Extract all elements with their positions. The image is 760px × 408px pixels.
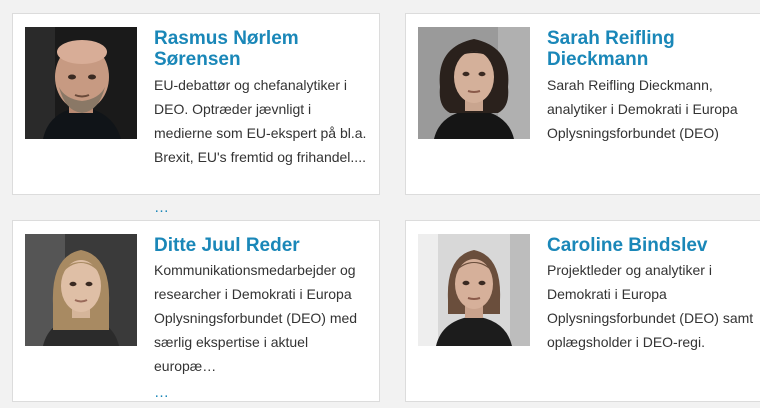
read-more-link[interactable]: … [154,385,170,401]
person-bio: Sarah Reifling Dieckmann, analytiker i D… [547,77,738,141]
person-photo [418,27,530,139]
person-name[interactable]: Caroline Bindslev [547,235,757,256]
person-bio: Kommunikationsmedarbejder og researcher … [154,262,358,374]
person-bio: Projektleder og analytiker i Demokrati i… [547,262,754,350]
person-photo [418,234,530,346]
person-card[interactable]: Ditte Juul Reder Kommunikationsmedarbejd… [12,220,380,402]
read-more-link[interactable]: … [154,200,170,216]
person-card[interactable]: Sarah Reifling Dieckmann Sarah Reifling … [405,13,760,195]
person-photo [25,27,137,139]
person-card[interactable]: Caroline Bindslev Projektleder og analyt… [405,220,760,402]
person-name[interactable]: Sarah Reifling Dieckmann [547,28,747,70]
portrait-caroline[interactable] [418,234,530,346]
portrait-sarah[interactable] [418,27,530,139]
person-name[interactable]: Rasmus Nørlem Sørensen [154,28,354,70]
person-bio: EU-debattør og chefanalytiker i DEO. Opt… [154,77,367,165]
portrait-ditte[interactable] [25,234,137,346]
person-name[interactable]: Ditte Juul Reder [154,235,364,256]
person-photo [25,234,137,346]
person-card[interactable]: Rasmus Nørlem Sørensen EU-debattør og ch… [12,13,380,216]
portrait-rasmus[interactable] [25,27,137,139]
